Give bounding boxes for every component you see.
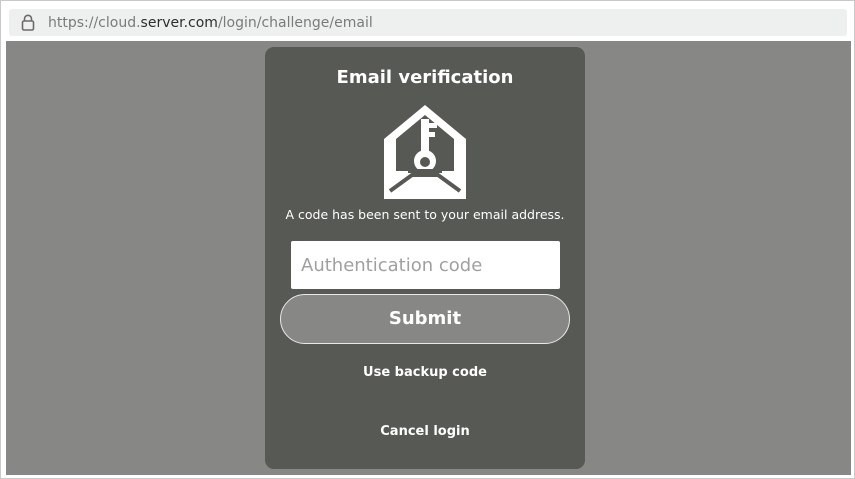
browser-window: https://cloud.server.com/login/challenge… [0,0,855,479]
verification-card: Email verification A code has been sent … [265,47,585,469]
address-bar[interactable]: https://cloud.server.com/login/challenge… [9,9,847,36]
code-sent-message: A code has been sent to your email addre… [285,207,565,222]
url-text[interactable]: https://cloud.server.com/login/challenge… [48,15,373,31]
page-content: Email verification A code has been sent … [6,41,851,475]
page-title: Email verification [336,67,514,88]
envelope-key-icon [374,101,476,203]
url-path: /login/challenge/email [217,14,373,31]
cancel-login-link[interactable]: Cancel login [265,424,585,439]
url-host: server.com [140,14,218,31]
lock-icon [17,12,39,34]
submit-button[interactable]: Submit [280,294,570,344]
url-prefix: https://cloud. [48,14,141,31]
use-backup-code-link[interactable]: Use backup code [265,365,585,380]
authentication-code-input[interactable] [291,241,560,289]
